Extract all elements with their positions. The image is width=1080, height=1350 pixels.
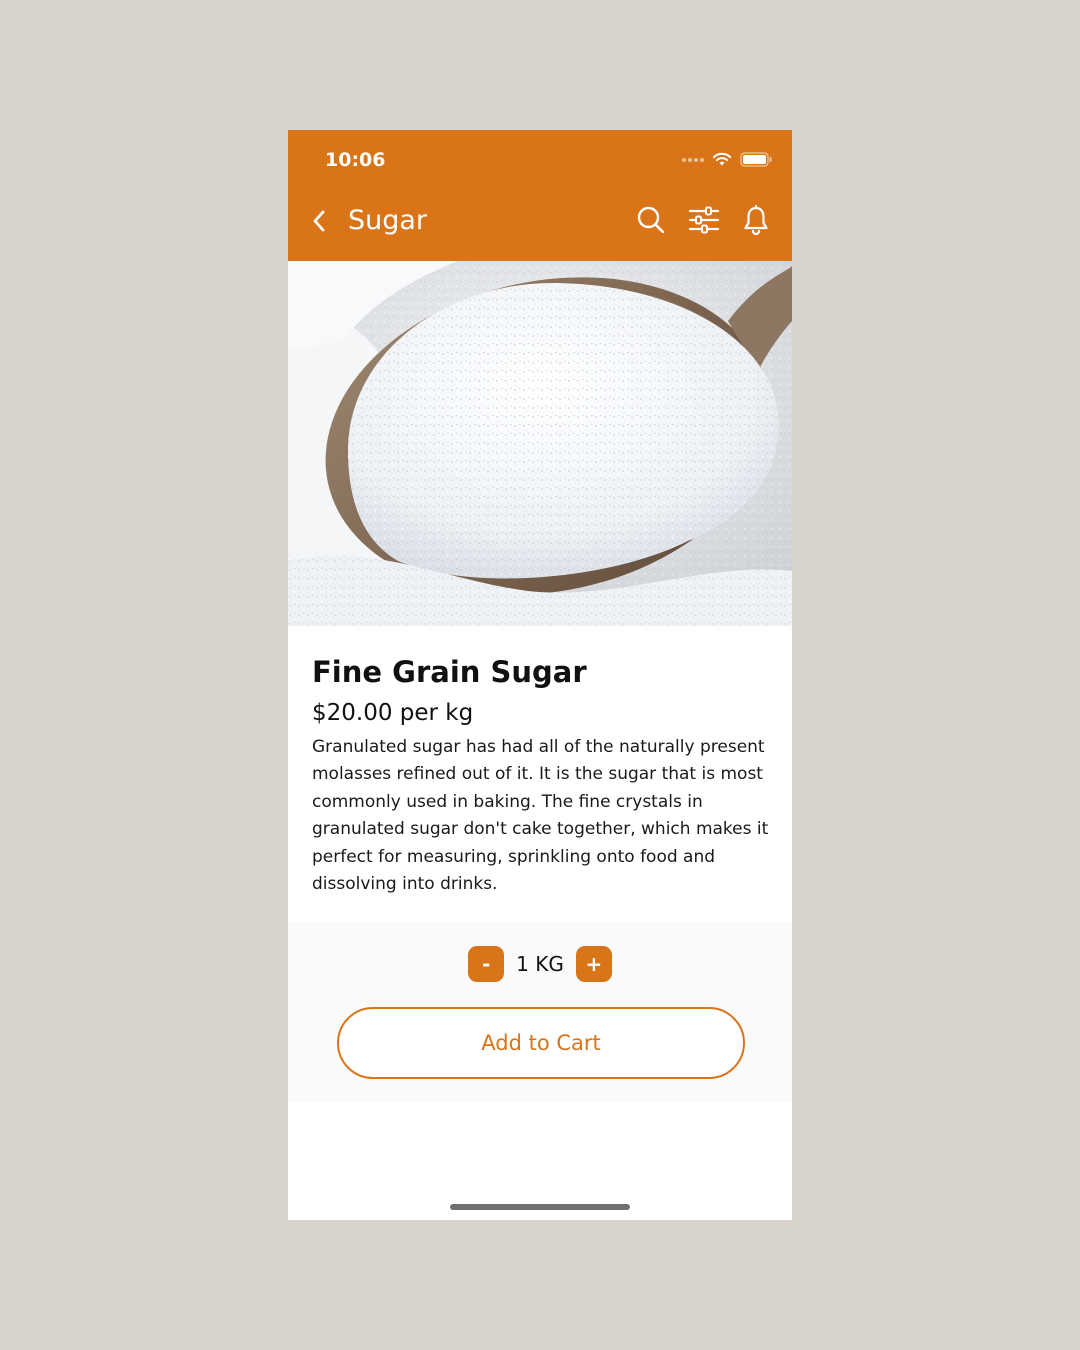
filter-button[interactable]	[688, 204, 720, 236]
wifi-icon	[712, 152, 732, 166]
sugar-spoon-photo	[288, 261, 792, 626]
product-image	[288, 261, 792, 626]
product-details: Fine Grain Sugar $20.00 per kg Granulate…	[312, 652, 772, 898]
bell-icon	[744, 205, 768, 235]
notifications-button[interactable]	[740, 204, 772, 236]
page-title: Sugar	[348, 205, 428, 236]
increment-button[interactable]: +	[575, 946, 612, 982]
search-button[interactable]	[635, 204, 667, 236]
phone-screen: 10:06 Sugar Fine Grain Sugar $20.00 per …	[288, 130, 792, 1220]
search-icon	[637, 206, 665, 234]
filter-icon	[688, 206, 720, 234]
product-price: $20.00 per kg	[312, 700, 474, 726]
purchase-panel: - 1 KG + Add to Cart	[288, 922, 792, 1102]
app-header: 10:06 Sugar	[288, 130, 792, 261]
product-name: Fine Grain Sugar	[312, 655, 587, 689]
home-indicator[interactable]	[450, 1204, 630, 1210]
status-icons	[682, 152, 772, 167]
quantity-stepper: - 1 KG +	[288, 946, 792, 982]
status-time: 10:06	[325, 149, 386, 171]
decrement-button[interactable]: -	[468, 946, 505, 982]
signal-icon	[682, 157, 704, 162]
quantity-value: 1 KG	[516, 952, 564, 976]
product-description: Granulated sugar has had all of the natu…	[312, 737, 769, 895]
add-to-cart-button[interactable]: Add to Cart	[337, 1007, 745, 1079]
back-button[interactable]	[308, 206, 330, 236]
chevron-left-icon	[313, 210, 325, 232]
battery-icon	[740, 152, 772, 167]
